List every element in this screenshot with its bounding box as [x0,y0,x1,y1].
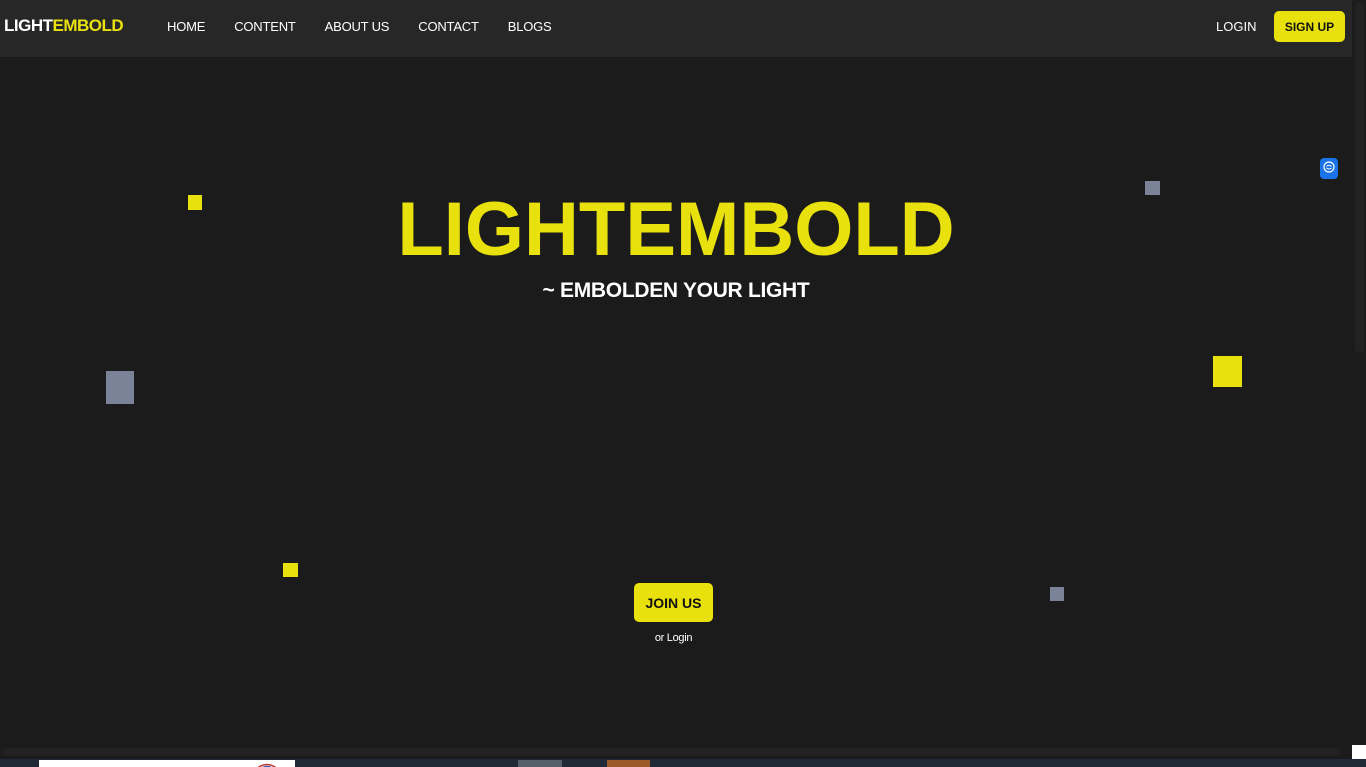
top-navbar: LIGHTEMBOLD HOME CONTENT ABOUT US CONTAC… [0,0,1352,57]
nav-content[interactable]: CONTENT [234,19,296,35]
decor-square-yellow [1213,356,1242,387]
decor-square-grey [106,371,134,404]
join-us-button[interactable]: JOIN US [634,583,713,622]
nav-home[interactable]: HOME [167,19,205,35]
vertical-scrollbar-thumb[interactable] [1355,2,1364,352]
decor-square-grey [1050,587,1064,601]
nav-about-us[interactable]: ABOUT US [325,19,390,35]
nav-blogs[interactable]: BLOGS [508,19,552,35]
decor-square-yellow [283,563,298,577]
site-logo[interactable]: LIGHTEMBOLD [4,16,124,36]
hero-tagline: ~ EMBOLDEN YOUR LIGHT [542,279,810,302]
horizontal-scrollbar-thumb[interactable] [2,748,1340,756]
decor-square-grey [1145,181,1160,195]
floating-assistant-button[interactable] [1320,158,1338,179]
or-login-link[interactable]: or Login [634,632,713,644]
hero-title: LIGHTEMBOLD [397,187,955,272]
taskbar-item[interactable] [518,760,562,767]
decor-square-yellow [188,195,202,210]
logo-part-light: LIGHT [4,16,53,35]
login-link[interactable]: LOGIN [1216,19,1256,35]
nav-contact[interactable]: CONTACT [418,19,479,35]
main-nav: HOME CONTENT ABOUT US CONTACT BLOGS [167,19,581,35]
taskbar-app-icon [252,758,282,767]
logo-part-embold: EMBOLD [52,16,124,35]
sign-up-button[interactable]: SIGN UP [1274,11,1345,42]
brain-icon [1323,160,1335,178]
scrollbar-corner [1352,745,1366,759]
taskbar-item[interactable] [607,760,650,767]
